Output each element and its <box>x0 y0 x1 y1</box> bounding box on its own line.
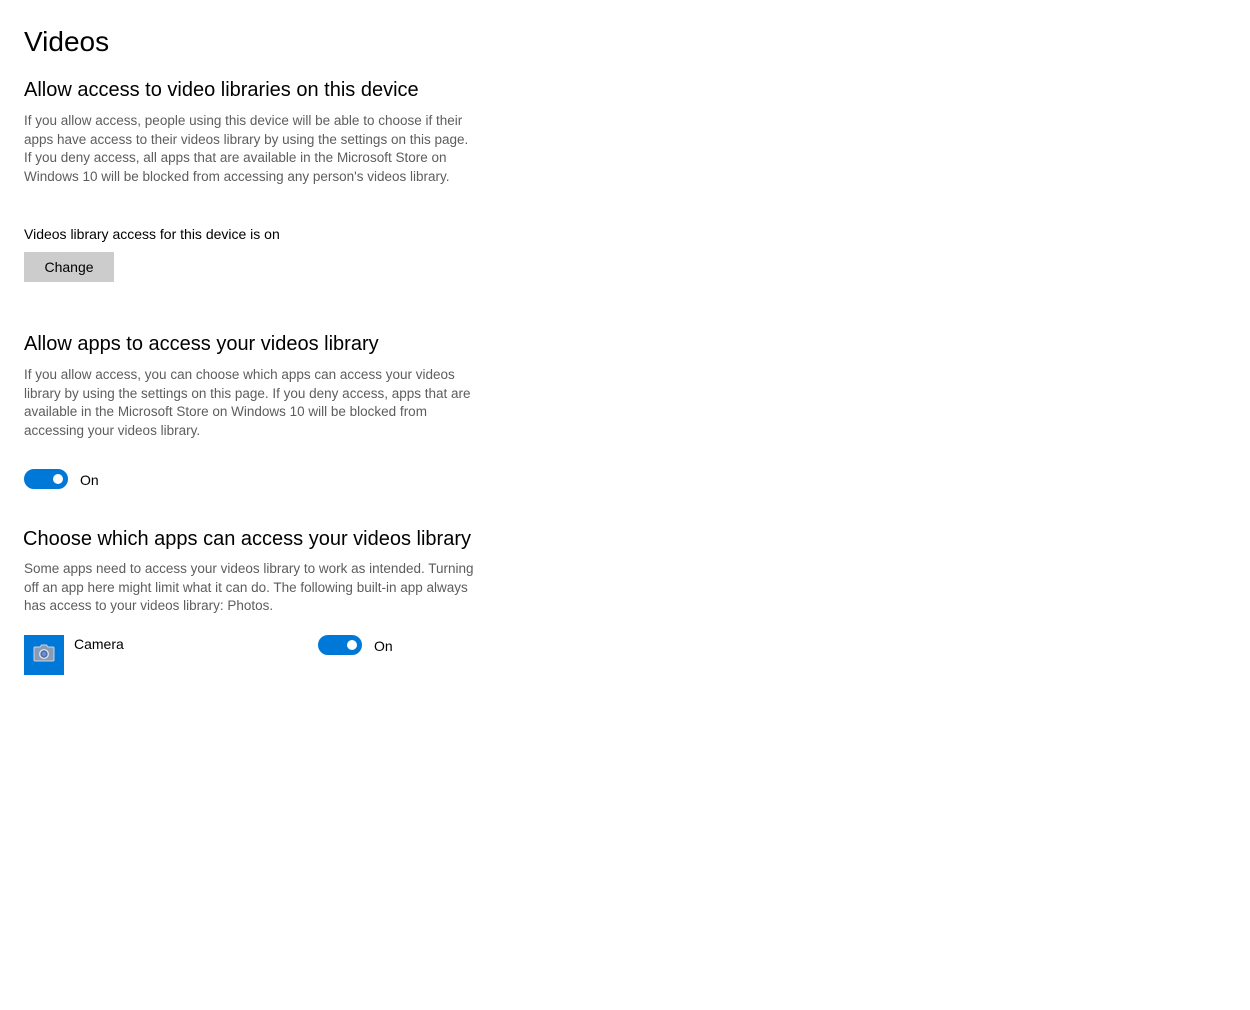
videos-settings-page: Videos Allow access to video libraries o… <box>0 0 1250 1010</box>
choose-apps-title: Choose which apps can access your videos… <box>23 528 471 550</box>
app-access-description: If you allow access, you can choose whic… <box>24 367 471 438</box>
device-access-title: Allow access to video libraries on this … <box>24 79 419 101</box>
device-access-description: If you allow access, people using this d… <box>24 113 469 184</box>
camera-toggle-label: On <box>374 638 393 654</box>
choose-apps-description: Some apps need to access your videos lib… <box>24 561 474 613</box>
toggle-knob <box>347 640 357 650</box>
toggle-knob <box>53 474 63 484</box>
camera-app-icon-tile <box>24 635 64 675</box>
camera-access-toggle[interactable] <box>318 635 362 655</box>
camera-icon <box>33 644 55 667</box>
page-title: Videos <box>24 26 110 57</box>
device-access-status: Videos library access for this device is… <box>24 226 280 242</box>
app-access-toggle[interactable] <box>24 469 68 489</box>
app-access-toggle-label: On <box>80 472 99 488</box>
camera-app-name: Camera <box>74 636 124 652</box>
change-button[interactable]: Change <box>24 252 114 282</box>
app-access-title: Allow apps to access your videos library <box>24 333 379 355</box>
